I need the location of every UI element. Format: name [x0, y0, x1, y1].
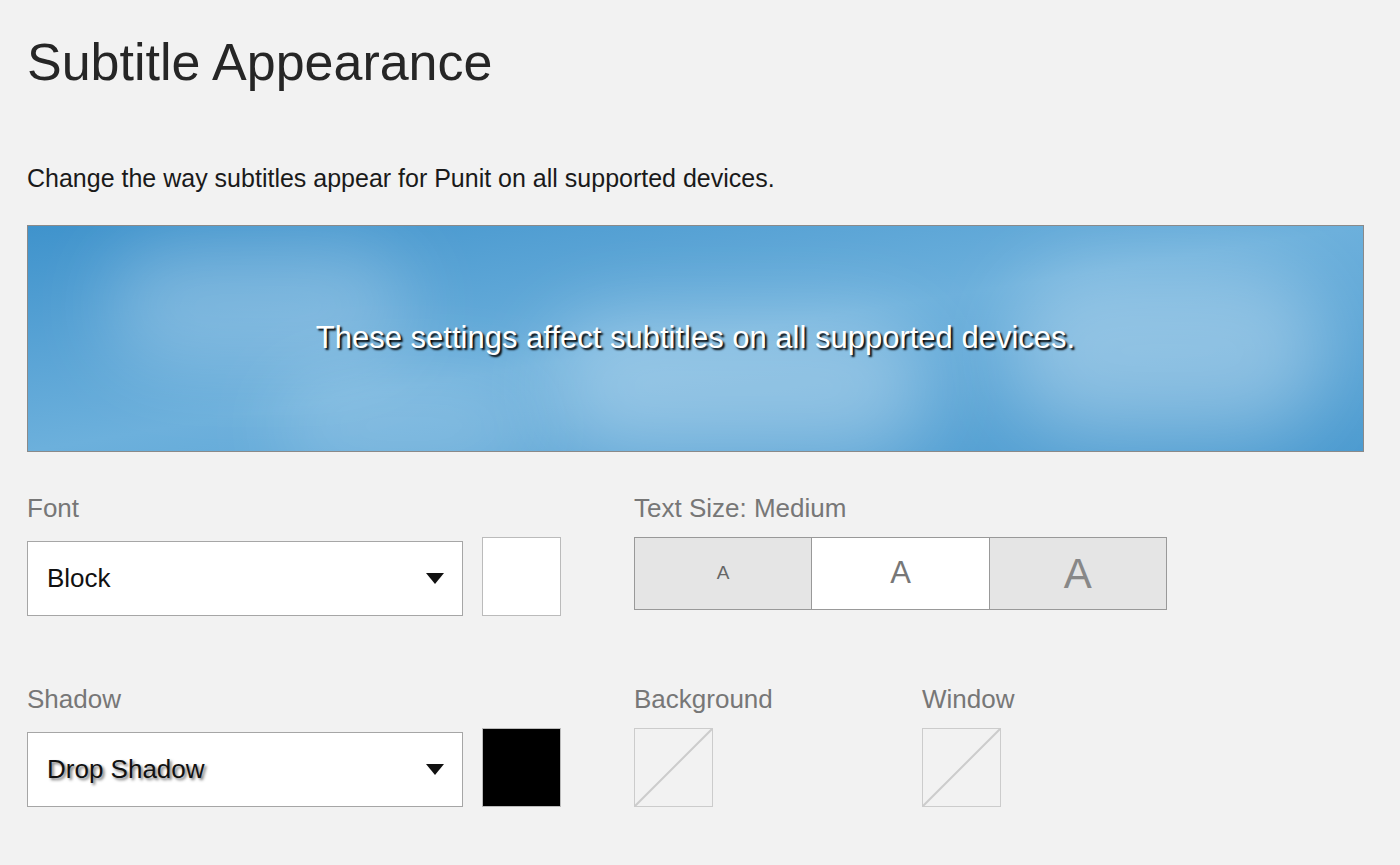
font-select-value: Block: [47, 559, 111, 598]
text-size-option[interactable]: A: [989, 538, 1166, 609]
page-description: Change the way subtitles appear for Puni…: [27, 162, 1364, 194]
shadow-label: Shadow: [27, 683, 561, 715]
shadow-select-value: Drop Shadow: [47, 750, 205, 789]
none-slash-icon: [635, 729, 712, 806]
text-size-option-label: A: [890, 550, 911, 597]
shadow-setting: Shadow Drop Shadow: [27, 683, 561, 807]
font-setting: Font Block: [27, 492, 561, 616]
font-row: Font Block Text Size: Medium A A A: [27, 492, 1364, 616]
background-label: Background: [634, 683, 791, 715]
preview-text: These settings affect subtitles on all s…: [316, 315, 1075, 362]
font-label: Font: [27, 492, 561, 524]
text-size-selector: AAA: [634, 537, 1167, 610]
shadow-color-swatch[interactable]: [482, 728, 561, 807]
font-select[interactable]: Block: [27, 541, 463, 616]
text-size-option[interactable]: A: [811, 538, 988, 609]
dropdown-arrow-icon: [426, 764, 444, 776]
background-window-settings: Background Window: [634, 683, 1014, 807]
subtitle-preview: These settings affect subtitles on all s…: [27, 225, 1364, 452]
text-size-option-label: A: [1064, 542, 1092, 605]
background-setting: Background: [634, 683, 791, 807]
dropdown-arrow-icon: [426, 573, 444, 585]
page-title: Subtitle Appearance: [27, 32, 1364, 92]
window-label: Window: [922, 683, 1014, 715]
text-size-option[interactable]: A: [635, 538, 811, 609]
font-controls: Block: [27, 537, 561, 616]
text-size-setting: Text Size: Medium A A A: [634, 492, 1167, 616]
font-color-swatch[interactable]: [482, 537, 561, 616]
shadow-select[interactable]: Drop Shadow: [27, 732, 463, 807]
text-size-label: Text Size: Medium: [634, 492, 1167, 524]
window-swatch[interactable]: [922, 728, 1001, 807]
text-size-option-label: A: [717, 559, 730, 588]
none-slash-icon: [923, 729, 1000, 806]
cloud: [278, 376, 538, 452]
shadow-row: Shadow Drop Shadow Background Window: [27, 683, 1364, 807]
background-swatch[interactable]: [634, 728, 713, 807]
shadow-controls: Drop Shadow: [27, 728, 561, 807]
window-setting: Window: [922, 683, 1014, 807]
